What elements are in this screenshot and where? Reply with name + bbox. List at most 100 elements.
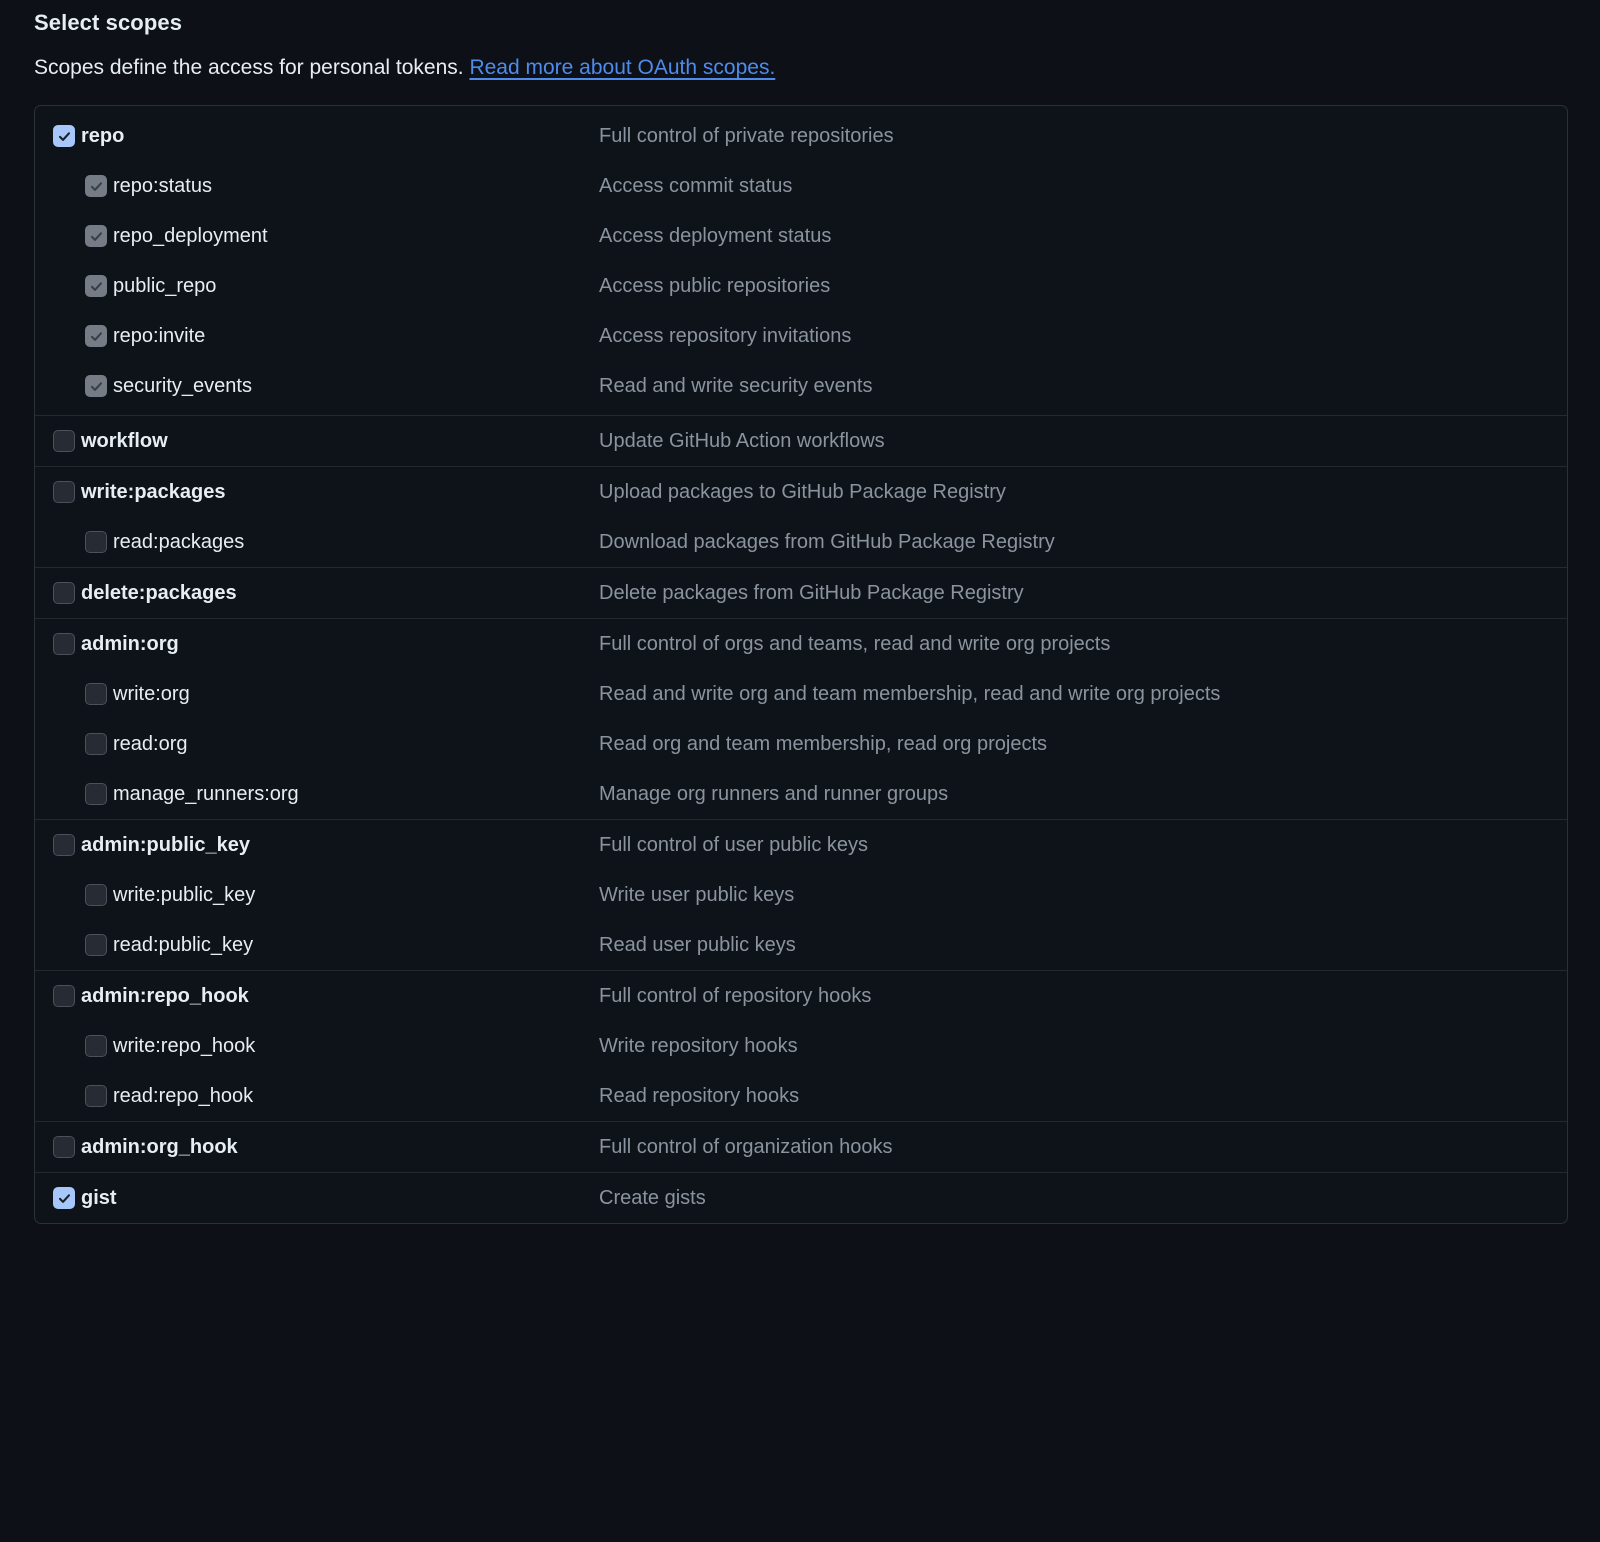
scope-row[interactable]: repo:status Access commit status [35, 161, 1567, 211]
scope-row[interactable]: read:public_key Read user public keys [35, 920, 1567, 970]
checkbox-wrapper [85, 175, 113, 197]
scope-description: Access repository invitations [599, 325, 852, 347]
checkbox-unchecked-icon[interactable] [85, 683, 107, 705]
checkbox-locked-icon [85, 275, 107, 297]
scope-row[interactable]: admin:public_key Full control of user pub… [35, 820, 1567, 870]
scope-name: repo:invite [113, 325, 206, 347]
scope-row[interactable]: write:repo_hook Write repository hooks [35, 1021, 1567, 1071]
scope-row[interactable]: delete:packages Delete packages from GitH… [35, 568, 1567, 618]
checkbox-wrapper [85, 1035, 113, 1057]
scope-row[interactable]: write:packages Upload packages to GitHub … [35, 467, 1567, 517]
checkbox-unchecked-icon[interactable] [85, 1035, 107, 1057]
scope-group-workflow: workflow Update GitHub Action workflows [35, 416, 1567, 467]
scope-row[interactable]: public_repo Access public repositories [35, 261, 1567, 311]
checkbox-locked-icon [85, 225, 107, 247]
scope-name: repo [81, 125, 125, 147]
checkbox-wrapper [53, 1136, 81, 1158]
scope-description: Delete packages from GitHub Package Regi… [599, 582, 1024, 604]
checkbox-checked-icon[interactable] [53, 125, 75, 147]
scope-name: manage_runners:org [113, 783, 299, 805]
scope-row[interactable]: admin:org Full control of orgs and teams,… [35, 619, 1567, 669]
scope-name: security_events [113, 375, 252, 397]
scope-name: repo_deployment [113, 225, 268, 247]
checkbox-unchecked-icon[interactable] [53, 834, 75, 856]
checkbox-wrapper [53, 125, 81, 147]
scope-group-admin-org-hook: admin:org_hook Full control of organizati… [35, 1122, 1567, 1173]
scope-group-gist: gist Create gists [35, 1173, 1567, 1223]
scope-description: Full control of organization hooks [599, 1136, 893, 1158]
scope-group-admin-repo-hook: admin:repo_hook Full control of repositor… [35, 971, 1567, 1122]
scope-name: workflow [81, 430, 168, 452]
scope-row[interactable]: security_events Read and write security e… [35, 361, 1567, 411]
scope-description: Write user public keys [599, 884, 795, 906]
scopes-panel: repo Full control of private repositories… [34, 105, 1568, 1224]
scopes-description: Scopes define the access for personal to… [34, 54, 1568, 82]
checkbox-unchecked-icon[interactable] [53, 582, 75, 604]
checkbox-wrapper [53, 1187, 81, 1209]
scope-name: read:org [113, 733, 188, 755]
scope-description: Full control of user public keys [599, 834, 869, 856]
scope-description: Read user public keys [599, 934, 796, 956]
scope-description: Read repository hooks [599, 1085, 800, 1107]
checkbox-checked-icon[interactable] [53, 1187, 75, 1209]
scope-row[interactable]: read:repo_hook Read repository hooks [35, 1071, 1567, 1121]
scope-description: Full control of orgs and teams, read and… [599, 633, 1111, 655]
scope-name: admin:repo_hook [81, 985, 249, 1007]
scope-name: write:public_key [113, 884, 256, 906]
scope-name: public_repo [113, 275, 217, 297]
checkbox-wrapper [85, 683, 113, 705]
scope-group-admin-org: admin:org Full control of orgs and teams,… [35, 619, 1567, 820]
checkbox-wrapper [85, 1085, 113, 1107]
checkbox-wrapper [53, 430, 81, 452]
checkbox-unchecked-icon[interactable] [53, 1136, 75, 1158]
checkbox-unchecked-icon[interactable] [85, 733, 107, 755]
scope-name: read:repo_hook [113, 1085, 254, 1107]
checkbox-wrapper [53, 633, 81, 655]
checkbox-locked-icon [85, 375, 107, 397]
checkbox-unchecked-icon[interactable] [53, 633, 75, 655]
scope-row[interactable]: write:public_key Write user public keys [35, 870, 1567, 920]
scope-row[interactable]: write:org Read and write org and team mem… [35, 669, 1567, 719]
checkbox-unchecked-icon[interactable] [85, 531, 107, 553]
scopes-description-text: Scopes define the access for personal to… [34, 56, 464, 79]
scope-row[interactable]: admin:org_hook Full control of organizati… [35, 1122, 1567, 1172]
scope-row[interactable]: manage_runners:org Manage org runners and… [35, 769, 1567, 819]
checkbox-wrapper [85, 783, 113, 805]
checkbox-wrapper [53, 985, 81, 1007]
scope-row[interactable]: repo_deployment Access deployment status [35, 211, 1567, 261]
scope-description: Read and write org and team membership, … [599, 683, 1221, 705]
scope-name: gist [81, 1187, 117, 1209]
checkbox-unchecked-icon[interactable] [53, 985, 75, 1007]
checkbox-unchecked-icon[interactable] [85, 934, 107, 956]
checkbox-wrapper [53, 582, 81, 604]
checkbox-unchecked-icon[interactable] [85, 1085, 107, 1107]
checkbox-wrapper [85, 225, 113, 247]
scope-name: delete:packages [81, 582, 237, 604]
checkbox-unchecked-icon[interactable] [53, 430, 75, 452]
checkbox-unchecked-icon[interactable] [85, 884, 107, 906]
scope-row[interactable]: workflow Update GitHub Action workflows [35, 416, 1567, 466]
scope-row[interactable]: repo:invite Access repository invitations [35, 311, 1567, 361]
select-scopes-page: Select scopes Scopes define the access f… [0, 0, 1600, 1542]
scope-row[interactable]: repo Full control of private repositories [35, 111, 1567, 161]
scope-name: repo:status [113, 175, 212, 197]
oauth-scopes-link[interactable]: Read more about OAuth scopes. [469, 56, 775, 79]
scope-row[interactable]: read:org Read org and team membership, re… [35, 719, 1567, 769]
scope-name: write:org [113, 683, 190, 705]
scope-description: Full control of private repositories [599, 125, 894, 147]
scope-description: Manage org runners and runner groups [599, 783, 949, 805]
checkbox-locked-icon [85, 325, 107, 347]
checkbox-unchecked-icon[interactable] [53, 481, 75, 503]
scope-description: Create gists [599, 1187, 706, 1209]
scope-row[interactable]: gist Create gists [35, 1173, 1567, 1223]
scope-row[interactable]: read:packages Download packages from GitH… [35, 517, 1567, 567]
scope-row[interactable]: admin:repo_hook Full control of repositor… [35, 971, 1567, 1021]
scope-description: Upload packages to GitHub Package Regist… [599, 481, 1006, 503]
checkbox-unchecked-icon[interactable] [85, 783, 107, 805]
checkbox-wrapper [53, 481, 81, 503]
scope-name: read:public_key [113, 934, 254, 956]
scope-description: Write repository hooks [599, 1035, 798, 1057]
scope-group-repo: repo Full control of private repositories… [35, 111, 1567, 416]
checkbox-wrapper [53, 834, 81, 856]
page-title: Select scopes [34, 10, 183, 35]
